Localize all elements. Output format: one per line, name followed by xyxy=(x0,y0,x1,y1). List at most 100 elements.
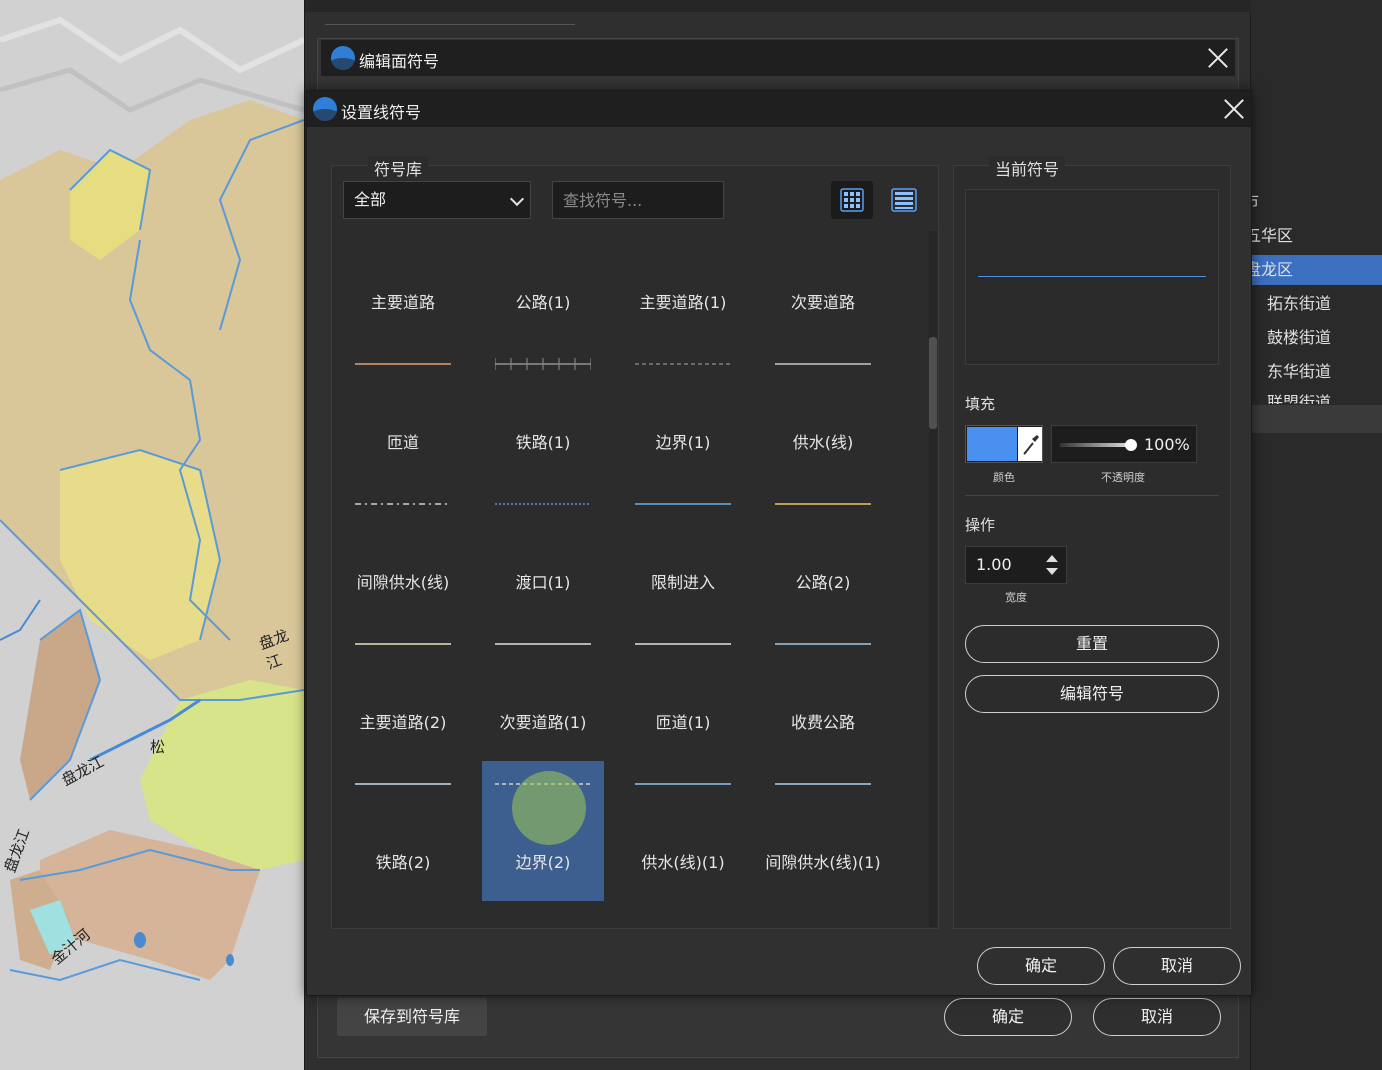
symbol-line-sample xyxy=(355,503,451,505)
symbol-line-sample xyxy=(775,643,871,645)
outer-ok-button[interactable]: 确定 xyxy=(944,998,1072,1036)
current-symbol-title: 当前符号 xyxy=(989,156,1066,180)
symbol-search-input[interactable] xyxy=(552,181,724,219)
chevron-down-icon xyxy=(509,191,525,207)
symbol-item[interactable]: 公路(2) xyxy=(762,569,884,709)
symbol-preview xyxy=(965,189,1219,365)
ok-button[interactable]: 确定 xyxy=(977,947,1105,985)
decrement-icon[interactable] xyxy=(1046,568,1058,575)
eyedropper-button[interactable] xyxy=(1018,427,1042,461)
symbol-line-sample xyxy=(495,358,591,370)
symbol-item[interactable]: 河流 xyxy=(622,229,744,289)
symbol-grid[interactable]: 三线（中宽）三线（分级）河流2主要道路公路(1)主要道路(1)次要道路匝道铁路(… xyxy=(332,229,928,929)
tree-divider xyxy=(1251,405,1382,433)
save-to-library-button[interactable]: 保存到符号库 xyxy=(337,998,487,1036)
grid-view-button[interactable] xyxy=(831,181,873,219)
outer-cancel-button[interactable]: 取消 xyxy=(1093,998,1221,1036)
symbol-item[interactable]: 间隙供水(线)(1) xyxy=(762,849,884,929)
tree-item-donghua[interactable]: 东华街道 xyxy=(1267,357,1382,387)
symbol-line-sample xyxy=(775,783,871,785)
symbol-item[interactable]: 边界(1) xyxy=(622,429,744,569)
grid-view-icon xyxy=(840,188,864,212)
symbol-line-sample xyxy=(775,503,871,505)
symbol-item[interactable]: 铁路(1) xyxy=(482,429,604,569)
symbol-line-sample xyxy=(775,229,871,231)
symbol-item-label: 供水(线)(1) xyxy=(641,853,725,872)
symbol-item[interactable]: 次要道路 xyxy=(762,289,884,429)
width-stepper[interactable]: 1.00 xyxy=(965,546,1067,584)
symbol-item-label: 匝道 xyxy=(386,433,419,452)
list-view-button[interactable] xyxy=(883,181,925,219)
symbol-item-label: 边界(2) xyxy=(515,853,571,872)
reset-button[interactable]: 重置 xyxy=(965,625,1219,663)
color-picker-button[interactable] xyxy=(965,425,1043,463)
tree-item-lianmeng[interactable]: 联盟街道 xyxy=(1267,388,1382,404)
symbol-item[interactable]: 三线（分级） xyxy=(482,229,604,289)
symbol-item-label: 主要道路(1) xyxy=(639,293,727,312)
tree-item-gulou[interactable]: 鼓楼街道 xyxy=(1267,323,1382,353)
cancel-button[interactable]: 取消 xyxy=(1113,947,1241,985)
symbol-item-label: 公路(2) xyxy=(795,573,851,592)
map-view[interactable]: 盘龙江 松 盘龙江 盘龙江 金汁河 xyxy=(0,0,304,1070)
symbol-item[interactable]: 主要道路(1) xyxy=(622,289,744,429)
symbol-line-sample xyxy=(775,363,871,365)
symbol-item[interactable]: 铁路(2) xyxy=(342,849,464,929)
symbol-item[interactable]: 主要道路 xyxy=(342,289,464,429)
symbol-item-label: 铁路(2) xyxy=(375,853,431,872)
symbol-item-label: 次要道路(1) xyxy=(499,713,587,732)
tree-item-tuodong[interactable]: 拓东街道 xyxy=(1267,289,1382,319)
symbol-line-sample xyxy=(635,643,731,645)
symbol-library-title: 符号库 xyxy=(368,156,429,180)
opacity-knob[interactable] xyxy=(1125,439,1137,451)
symbol-item[interactable]: 匝道(1) xyxy=(622,709,744,849)
dialog-titlebar: 设置线符号 xyxy=(307,91,1251,127)
symbol-item[interactable]: 间隙供水(线) xyxy=(342,569,464,709)
close-icon[interactable] xyxy=(1207,47,1229,69)
scrollbar-thumb[interactable] xyxy=(929,337,937,429)
symbol-item[interactable]: 主要道路(2) xyxy=(342,709,464,849)
symbol-item[interactable]: 边界(2) xyxy=(482,849,604,929)
symbol-item-label: 主要道路(2) xyxy=(359,713,447,732)
tree-item-city[interactable]: 市 xyxy=(1243,187,1375,217)
edit-symbol-button[interactable]: 编辑符号 xyxy=(965,675,1219,713)
map-lake-label: 松 xyxy=(150,738,166,756)
dialog-title: 设置线符号 xyxy=(341,103,422,122)
layer-tree-panel: 市 五华区 盘龙区 拓东街道 鼓楼街道 东华街道 联盟街道 xyxy=(1243,0,1382,1070)
symbol-item[interactable]: 2 xyxy=(762,229,884,289)
outer-titlebar: 编辑面符号 xyxy=(321,40,1235,76)
symbol-item[interactable]: 供水(线) xyxy=(762,429,884,569)
symbol-item-label: 次要道路 xyxy=(790,293,855,312)
symbol-item-label: 间隙供水(线)(1) xyxy=(765,853,881,872)
outer-dialog-title: 编辑面符号 xyxy=(359,52,440,71)
opacity-slider[interactable]: 100% xyxy=(1051,425,1197,463)
symbol-item[interactable]: 匝道 xyxy=(342,429,464,569)
opacity-track[interactable] xyxy=(1060,443,1130,447)
symbol-item-label: 匝道(1) xyxy=(655,713,711,732)
symbol-line-sample xyxy=(635,229,731,231)
eyedropper-icon xyxy=(1023,435,1039,455)
opacity-caption: 不透明度 xyxy=(1101,471,1145,484)
symbol-item[interactable]: 供水(线)(1) xyxy=(622,849,744,929)
symbol-line-sample xyxy=(495,643,591,645)
symbol-item[interactable]: 公路(1) xyxy=(482,289,604,429)
tree-item-panlong[interactable]: 盘龙区 xyxy=(1245,255,1382,285)
symbol-item-label: 间隙供水(线) xyxy=(356,573,450,592)
category-select[interactable]: 全部 xyxy=(343,181,531,219)
symbol-grid-scrollbar[interactable] xyxy=(929,231,937,927)
symbol-item[interactable]: 三线（中宽） xyxy=(342,229,464,289)
close-icon[interactable] xyxy=(1223,98,1245,120)
tree-item-wuhua[interactable]: 五华区 xyxy=(1245,221,1377,251)
symbol-item[interactable]: 渡口(1) xyxy=(482,569,604,709)
symbol-line-sample xyxy=(355,363,451,365)
symbol-item[interactable]: 限制进入 xyxy=(622,569,744,709)
symbol-item[interactable]: 收费公路 xyxy=(762,709,884,849)
width-caption: 宽度 xyxy=(1005,591,1027,604)
symbol-line-sample xyxy=(355,783,451,785)
color-swatch[interactable] xyxy=(967,427,1017,461)
category-select-value: 全部 xyxy=(354,190,387,209)
symbol-line-sample xyxy=(635,363,731,365)
symbol-item-label: 主要道路 xyxy=(370,293,435,312)
preview-line xyxy=(978,276,1206,277)
increment-icon[interactable] xyxy=(1046,555,1058,562)
width-value: 1.00 xyxy=(976,555,1012,574)
